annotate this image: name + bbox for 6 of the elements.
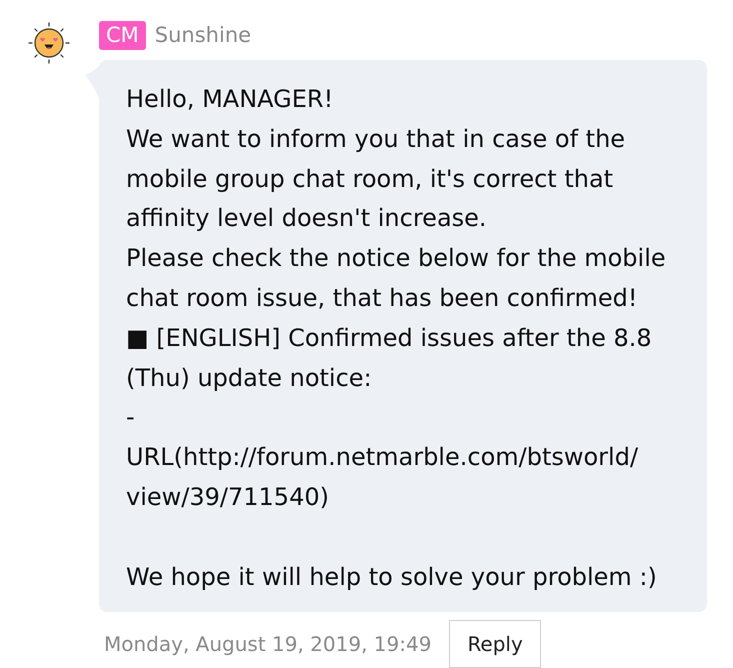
sender-name: Sunshine [154, 22, 252, 49]
reply-button[interactable]: Reply [449, 620, 541, 668]
message-text: Hello, MANAGER! We want to inform you that in case of the mobile group chat room, it's correct that affinity level doesn't increase. Please check the notice below for the mobile chat room issue, that has been confirmed! ■ [ENGLISH] Confirmed issues after the 8.8 (Thu) update notice: - URL(http://forum.netmarble.com/btsworld/view/39/711540) We hope it will help to solve your problem :) [126, 84, 667, 593]
role-badge: CM [99, 21, 146, 50]
sun-face-avatar-icon [27, 21, 71, 65]
timestamp: Monday, August 19, 2019, 19:49 [104, 631, 432, 658]
